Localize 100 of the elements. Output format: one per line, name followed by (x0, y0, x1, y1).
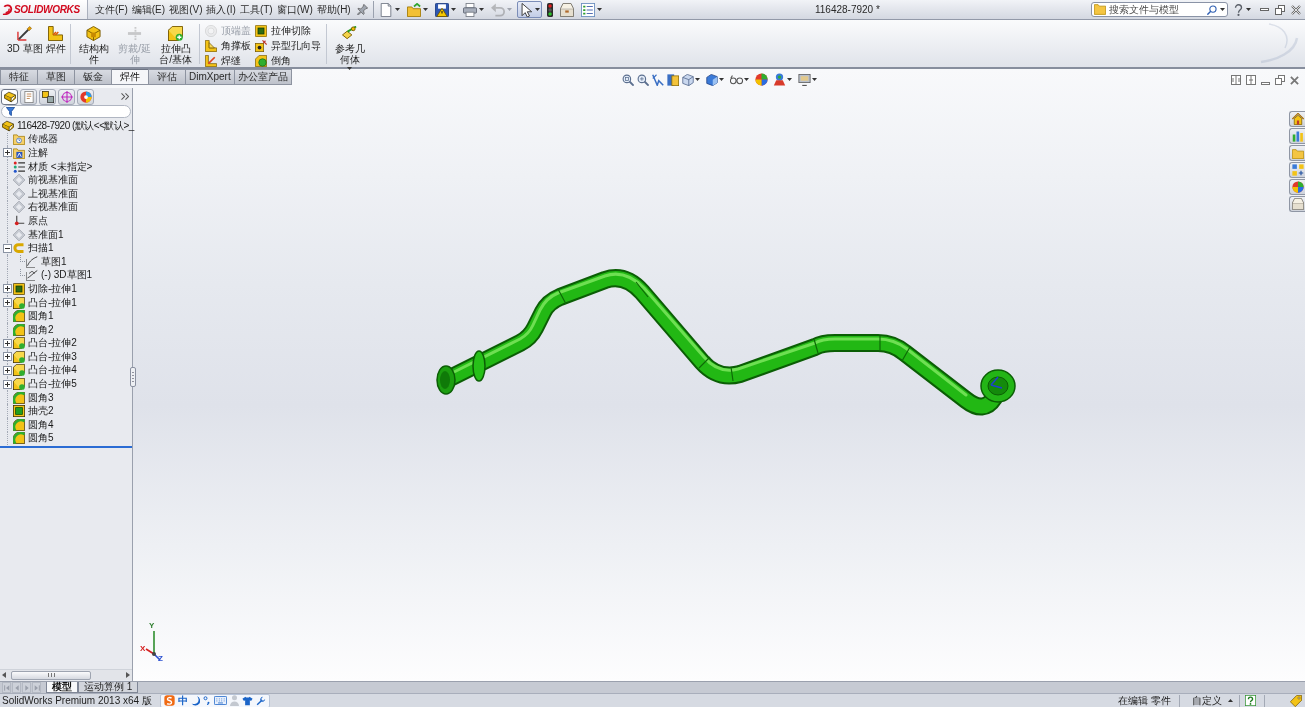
ribbon-button[interactable]: 结构构件 (73, 24, 114, 65)
collapse-minus-icon[interactable] (3, 243, 12, 253)
tree-item[interactable]: 材质 <未指定> (28, 161, 93, 172)
tree-item[interactable]: 原点 (28, 215, 48, 226)
expand-plus-icon[interactable] (3, 352, 12, 362)
save-button[interactable] (432, 1, 458, 18)
help-icon[interactable] (1234, 3, 1243, 16)
panel-tab[interactable] (39, 88, 56, 105)
options-button[interactable] (578, 1, 604, 18)
tree-item[interactable]: 前视基准面 (28, 175, 78, 186)
task-pane-tab[interactable] (1289, 145, 1305, 161)
ribbon-button[interactable]: 3D 草图 (6, 24, 44, 54)
expand-plus-icon[interactable] (3, 284, 12, 294)
menu-item[interactable]: 插入(I) (204, 1, 238, 18)
ribbon-button[interactable]: 焊件 (44, 24, 67, 54)
tab[interactable]: DimXpert (185, 69, 235, 85)
tab[interactable]: 钣金 (74, 69, 112, 85)
pin-icon[interactable] (356, 4, 368, 15)
menu-item[interactable]: 工具(T) (237, 1, 275, 18)
task-pane-tab[interactable] (1289, 111, 1305, 127)
tree-item[interactable]: 凸台-拉伸1 (28, 297, 77, 308)
tree-item[interactable]: 圆角5 (28, 433, 54, 444)
expand-plus-icon[interactable] (3, 148, 12, 158)
tree-item[interactable]: 草图1 (41, 256, 67, 267)
tree-item[interactable]: 右视基准面 (28, 202, 78, 213)
menu-item[interactable]: 帮助(H) (314, 1, 353, 18)
tree-item[interactable]: 凸台-拉伸4 (28, 365, 77, 376)
tree-item[interactable]: 圆角3 (28, 392, 54, 403)
tree-item[interactable]: 圆角1 (28, 311, 54, 322)
menu-item[interactable]: 视图(V) (167, 1, 205, 18)
monitor-icon[interactable] (797, 73, 811, 86)
ribbon-button[interactable]: 焊缝 (204, 54, 251, 68)
search-field[interactable]: 搜索文件与模型 (1091, 2, 1228, 17)
menu-item[interactable]: 编辑(E) (129, 1, 168, 18)
rollback-bar[interactable] (0, 446, 132, 449)
tree-item[interactable]: 扫描1 (28, 243, 54, 254)
tag-icon[interactable] (1290, 694, 1302, 707)
split-block-icon[interactable] (666, 73, 679, 86)
tree-item[interactable]: 凸台-拉伸5 (28, 379, 77, 390)
select-button[interactable] (516, 1, 542, 18)
scroll-left-icon[interactable] (2, 672, 6, 678)
restore-icon[interactable] (1275, 4, 1285, 15)
panel-tab[interactable] (1, 88, 18, 105)
panel-tab[interactable] (77, 88, 94, 105)
tree-item[interactable]: 抽壳2 (28, 406, 54, 417)
person-figure-icon[interactable] (772, 73, 786, 86)
shirt-icon[interactable] (242, 695, 253, 706)
restore-icon[interactable] (1275, 75, 1285, 85)
magnifier-plus-icon[interactable] (636, 73, 649, 86)
tree-item[interactable]: (-) 3D草图1 (41, 270, 93, 281)
tree-item[interactable]: 凸台-拉伸3 (28, 351, 77, 362)
glasses-icon[interactable] (729, 74, 743, 85)
wrench-icon[interactable] (256, 695, 266, 706)
task-pane-tab[interactable] (1289, 196, 1305, 212)
menu-item[interactable]: 文件(F) (93, 1, 130, 18)
tab[interactable]: 办公室产品 (233, 69, 292, 85)
filter-field[interactable] (1, 105, 131, 118)
rebuild-button[interactable] (544, 1, 555, 18)
segmented-circle-icon[interactable] (754, 73, 768, 86)
minimize-icon[interactable] (1261, 81, 1270, 85)
panel-tab[interactable] (58, 88, 75, 105)
splitter-handle-icon[interactable] (130, 367, 136, 387)
close-icon[interactable] (1291, 4, 1301, 15)
moon-icon[interactable] (191, 695, 200, 706)
expand-plus-icon[interactable] (3, 338, 12, 348)
keyboard-icon[interactable] (214, 696, 227, 705)
print-button[interactable] (460, 1, 486, 18)
file-properties-button[interactable] (557, 1, 576, 18)
tab[interactable]: 评估 (148, 69, 186, 85)
units-dropdown[interactable]: 自定义 (1192, 695, 1233, 706)
tree-item[interactable]: 圆角2 (28, 324, 54, 335)
double-chevron-icon[interactable] (121, 93, 129, 100)
ribbon-button[interactable]: 拉伸切除 (254, 24, 321, 38)
horizontal-scrollbar[interactable] (0, 669, 132, 680)
minimize-icon[interactable] (1260, 8, 1269, 11)
scrollbar-thumb[interactable] (11, 670, 91, 680)
expand-plus-icon[interactable] (3, 298, 12, 307)
expand-plus-icon[interactable] (3, 379, 12, 389)
ribbon-button[interactable]: 角撑板 (204, 39, 251, 53)
zigzag-arrow-icon[interactable] (651, 73, 664, 86)
ribbon-button[interactable]: 倒角 (254, 54, 321, 68)
search-icon[interactable] (1207, 4, 1217, 15)
scroll-right-icon[interactable] (126, 672, 130, 678)
menu-item[interactable]: 窗口(W) (274, 1, 315, 18)
task-pane-tab[interactable] (1289, 179, 1305, 195)
tab[interactable]: 草图 (37, 69, 75, 85)
help-icon[interactable] (1245, 695, 1256, 706)
expand-plus-icon[interactable] (3, 366, 12, 375)
close-icon[interactable] (1290, 75, 1299, 85)
logo-tile-icon[interactable] (164, 695, 175, 706)
panel-tab[interactable] (20, 88, 37, 105)
ribbon-button[interactable]: 参考几何体 (329, 24, 370, 70)
task-pane-tab[interactable] (1289, 162, 1305, 178)
tree-item[interactable]: 上视基准面 (28, 188, 78, 199)
ribbon-button[interactable]: 拉伸凸台/基体 (155, 24, 196, 65)
tree-item[interactable]: 凸台-拉伸2 (28, 338, 77, 349)
degree-comma-icon[interactable] (203, 696, 211, 705)
tree-item[interactable]: 传感器 (28, 134, 58, 145)
ribbon-button[interactable]: 异型孔向导 (254, 39, 321, 53)
tree-item[interactable]: 基准面1 (28, 229, 64, 240)
